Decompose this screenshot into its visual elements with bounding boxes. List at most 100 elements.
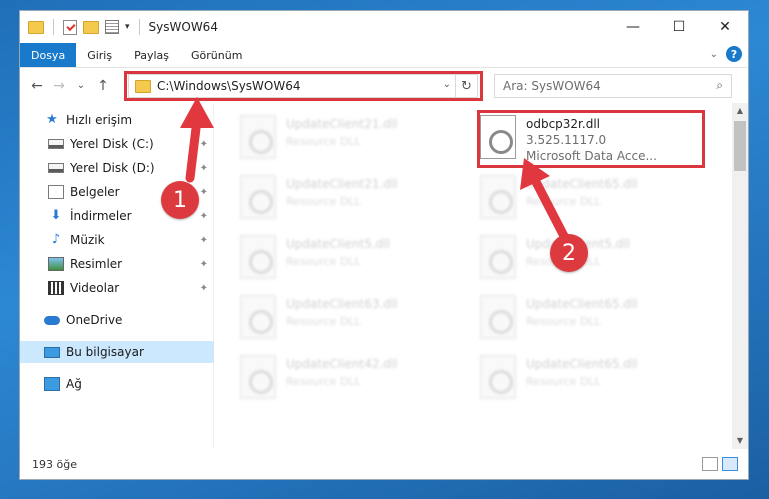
- address-highlight-box: [124, 71, 483, 101]
- disk-icon: [48, 139, 64, 149]
- file-name: UpdateClient21.dll: [286, 177, 398, 191]
- file-type: Resource DLL: [286, 135, 361, 148]
- navigation-pane: ★ Hızlı erişim Yerel Disk (C:) ✦ Yerel D…: [20, 103, 214, 449]
- tab-giris[interactable]: Giriş: [76, 43, 123, 67]
- sidebar-item-disk-d[interactable]: Yerel Disk (D:) ✦: [20, 157, 214, 179]
- customize-toolbar-chevron-icon[interactable]: ▾: [125, 22, 130, 32]
- pin-icon[interactable]: ✦: [200, 187, 208, 198]
- scroll-thumb[interactable]: [734, 121, 746, 171]
- cloud-icon: [44, 315, 60, 325]
- status-bar: 193 öğe: [20, 449, 748, 479]
- dll-file-icon: [240, 295, 276, 339]
- dll-file-icon: [480, 235, 516, 279]
- title-bar: ▾ SysWOW64 — ☐ ✕: [20, 11, 748, 43]
- view-switcher: [702, 457, 738, 471]
- help-icon[interactable]: ?: [726, 46, 742, 62]
- sidebar-item-onedrive[interactable]: OneDrive: [20, 309, 214, 331]
- sidebar-item-label: Resimler: [70, 257, 123, 271]
- step-badge-2: 2: [550, 234, 588, 272]
- file-highlight-box: [477, 110, 705, 168]
- back-button[interactable]: ←: [26, 78, 48, 94]
- dll-file-icon: [240, 235, 276, 279]
- sidebar-item-label: Hızlı erişim: [66, 113, 133, 127]
- documents-icon: [48, 185, 64, 199]
- file-type: Resource DLL: [286, 375, 361, 388]
- list-item[interactable]: UpdateClient21.dll Resource DLL: [240, 169, 470, 225]
- tab-dosya[interactable]: Dosya: [20, 43, 77, 67]
- minimize-button[interactable]: —: [610, 11, 656, 43]
- sidebar-item-disk-c[interactable]: Yerel Disk (C:) ✦: [20, 133, 214, 155]
- sidebar-item-this-pc[interactable]: Bu bilgisayar: [20, 341, 214, 363]
- tiles-view-icon[interactable]: [722, 457, 738, 471]
- navigation-bar: ← → ⌄ ↑ C:\Windows\SysWOW64 ⌄ ↻ Ara: Sys…: [20, 67, 748, 103]
- dll-file-icon: [240, 115, 276, 159]
- item-count: 193 öğe: [32, 457, 77, 471]
- pin-icon[interactable]: ✦: [200, 283, 208, 294]
- list-item[interactable]: UpdateClient5.dll Resource DLL: [240, 229, 470, 285]
- file-name: UpdateClient63.dll: [286, 297, 398, 311]
- music-icon: ♪: [51, 232, 61, 247]
- view-properties-icon[interactable]: [105, 20, 119, 34]
- details-view-icon[interactable]: [702, 457, 718, 471]
- scroll-down-icon[interactable]: ▼: [732, 433, 748, 449]
- list-item[interactable]: UpdateClient5.dll Resource DLL: [480, 229, 710, 285]
- search-placeholder[interactable]: Ara: SysWOW64: [503, 79, 601, 93]
- search-box[interactable]: Ara: SysWOW64 ⌕: [494, 74, 732, 98]
- list-item[interactable]: UpdateClient65.dll Resource DLL: [480, 169, 710, 225]
- sidebar-item-videolar[interactable]: Videolar ✦: [20, 277, 214, 299]
- dll-file-icon: [480, 295, 516, 339]
- window-controls: — ☐ ✕: [610, 11, 748, 43]
- pin-icon[interactable]: ✦: [200, 235, 208, 246]
- sidebar-item-label: OneDrive: [66, 313, 123, 327]
- tab-paylas[interactable]: Paylaş: [123, 43, 180, 67]
- file-type: Resource DLL: [526, 195, 601, 208]
- file-type: Resource DLL: [286, 315, 361, 328]
- file-name: UpdateClient21.dll: [286, 117, 398, 131]
- properties-check-icon[interactable]: [63, 19, 77, 35]
- sidebar-item-label: Belgeler: [70, 185, 120, 199]
- list-item[interactable]: UpdateClient65.dll Resource DLL: [480, 289, 710, 345]
- sidebar-item-label: Videolar: [70, 281, 120, 295]
- pin-icon[interactable]: ✦: [200, 259, 208, 270]
- list-item[interactable]: UpdateClient21.dll Resource DLL: [240, 109, 470, 165]
- network-icon: [44, 377, 60, 391]
- file-name: UpdateClient5.dll: [286, 237, 390, 251]
- list-item[interactable]: UpdateClient42.dll Resource DLL: [240, 349, 470, 405]
- sidebar-item-quick-access[interactable]: ★ Hızlı erişim: [20, 109, 214, 131]
- forward-button[interactable]: →: [48, 78, 70, 94]
- magnifier-icon[interactable]: ⌕: [716, 78, 723, 93]
- tab-gorunum[interactable]: Görünüm: [180, 43, 253, 67]
- file-type: Resource DLL: [286, 195, 361, 208]
- dll-file-icon: [240, 355, 276, 399]
- window-title: SysWOW64: [148, 20, 218, 34]
- list-item[interactable]: UpdateClient63.dll Resource DLL: [240, 289, 470, 345]
- maximize-button[interactable]: ☐: [656, 11, 702, 43]
- pin-icon[interactable]: ✦: [200, 163, 208, 174]
- sidebar-item-label: Ağ: [66, 377, 82, 391]
- sidebar-item-network[interactable]: Ağ: [20, 373, 214, 395]
- sidebar-item-resimler[interactable]: Resimler ✦: [20, 253, 214, 275]
- videos-icon: [48, 281, 64, 295]
- file-type: Resource DLL: [526, 315, 601, 328]
- pin-icon[interactable]: ✦: [200, 139, 208, 150]
- new-folder-icon[interactable]: [83, 20, 99, 34]
- file-name: UpdateClient65.dll: [526, 177, 638, 191]
- up-button[interactable]: ↑: [92, 78, 114, 94]
- close-button[interactable]: ✕: [702, 11, 748, 43]
- sidebar-item-label: Müzik: [70, 233, 105, 247]
- ribbon-tabs: Dosya Giriş Paylaş Görünüm ⌄ ?: [20, 43, 748, 67]
- scroll-up-icon[interactable]: ▲: [732, 103, 748, 119]
- list-item[interactable]: UpdateClient65.dll Resource DLL: [480, 349, 710, 405]
- explorer-window: ▾ SysWOW64 — ☐ ✕ Dosya Giriş Paylaş Görü…: [19, 10, 749, 480]
- file-type: Resource DLL: [286, 255, 361, 268]
- sidebar-item-muzik[interactable]: ♪ Müzik ✦: [20, 229, 214, 251]
- star-icon: ★: [46, 112, 58, 127]
- quick-access-toolbar: ▾: [28, 19, 143, 35]
- file-type: Resource DLL: [526, 375, 601, 388]
- file-name: UpdateClient65.dll: [526, 357, 638, 371]
- recent-locations-button[interactable]: ⌄: [70, 80, 92, 91]
- ribbon-expand-chevron-icon[interactable]: ⌄: [710, 49, 718, 60]
- dll-file-icon: [480, 175, 516, 219]
- pin-icon[interactable]: ✦: [200, 211, 208, 222]
- vertical-scrollbar[interactable]: ▲ ▼: [732, 103, 748, 449]
